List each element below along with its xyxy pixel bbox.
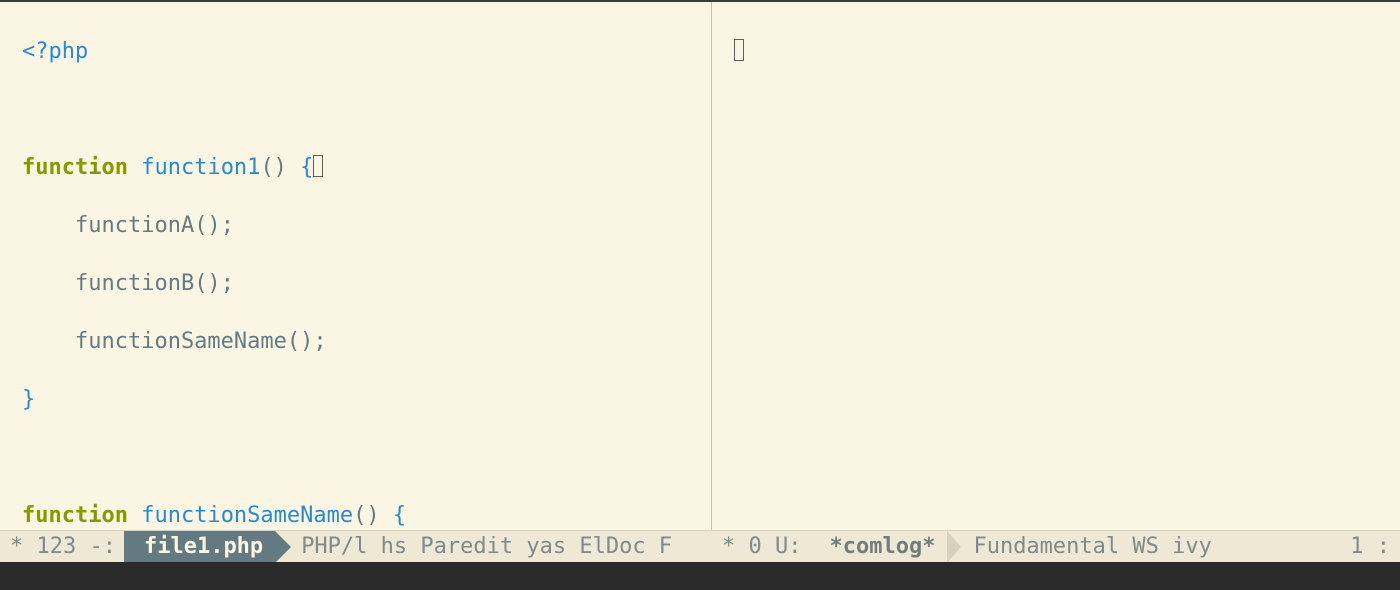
right-buffer[interactable] — [712, 2, 1400, 530]
left-window[interactable]: <?php function function1() { functionA()… — [0, 2, 712, 530]
modeline-status: * 123 -: — [0, 534, 118, 559]
call-functionA: functionA — [22, 213, 194, 238]
parens: () — [287, 329, 314, 354]
modeline-buffer-name[interactable]: file1.php — [124, 531, 275, 562]
call-functionSameName: functionSameName — [22, 329, 287, 354]
modeline-buffer-name[interactable]: *comlog* — [809, 531, 947, 562]
modeline-left[interactable]: * 123 -: file1.php PHP/l hs Paredit yas … — [0, 531, 712, 562]
brace-open: { — [380, 503, 407, 528]
modelines: * 123 -: file1.php PHP/l hs Paredit yas … — [0, 530, 1400, 562]
modeline-major-modes: Fundamental WS ivy — [947, 534, 1213, 559]
brace-open: { — [287, 155, 314, 180]
emacs-frame: <?php function function1() { functionA()… — [0, 0, 1400, 590]
keyword-function: function — [22, 503, 128, 528]
call-functionB: functionB — [22, 271, 194, 296]
semicolon: ; — [221, 213, 234, 238]
minibuffer[interactable] — [0, 562, 1400, 590]
function-name-function1: function1 — [141, 155, 260, 180]
window-split: <?php function function1() { functionA()… — [0, 2, 1400, 530]
brace-close: } — [22, 387, 35, 412]
text-cursor — [313, 155, 323, 177]
right-window[interactable] — [712, 2, 1400, 530]
parens: () — [353, 503, 380, 528]
php-open-tag: <?php — [22, 39, 88, 64]
left-buffer[interactable]: <?php function function1() { functionA()… — [0, 2, 711, 530]
modeline-major-modes: PHP/l hs Paredit yas ElDoc F — [275, 534, 674, 559]
modeline-status: * 0 U: — [712, 534, 803, 559]
parens: () — [194, 271, 221, 296]
semicolon: ; — [221, 271, 234, 296]
modeline-position: 1 : — [1348, 534, 1400, 559]
semicolon: ; — [313, 329, 326, 354]
function-name-functionSameName: functionSameName — [141, 503, 353, 528]
text-cursor — [734, 39, 744, 61]
keyword-function: function — [22, 155, 128, 180]
parens: () — [194, 213, 221, 238]
modeline-right[interactable]: * 0 U: *comlog* Fundamental WS ivy 1 : — [712, 531, 1400, 562]
parens: () — [260, 155, 287, 180]
